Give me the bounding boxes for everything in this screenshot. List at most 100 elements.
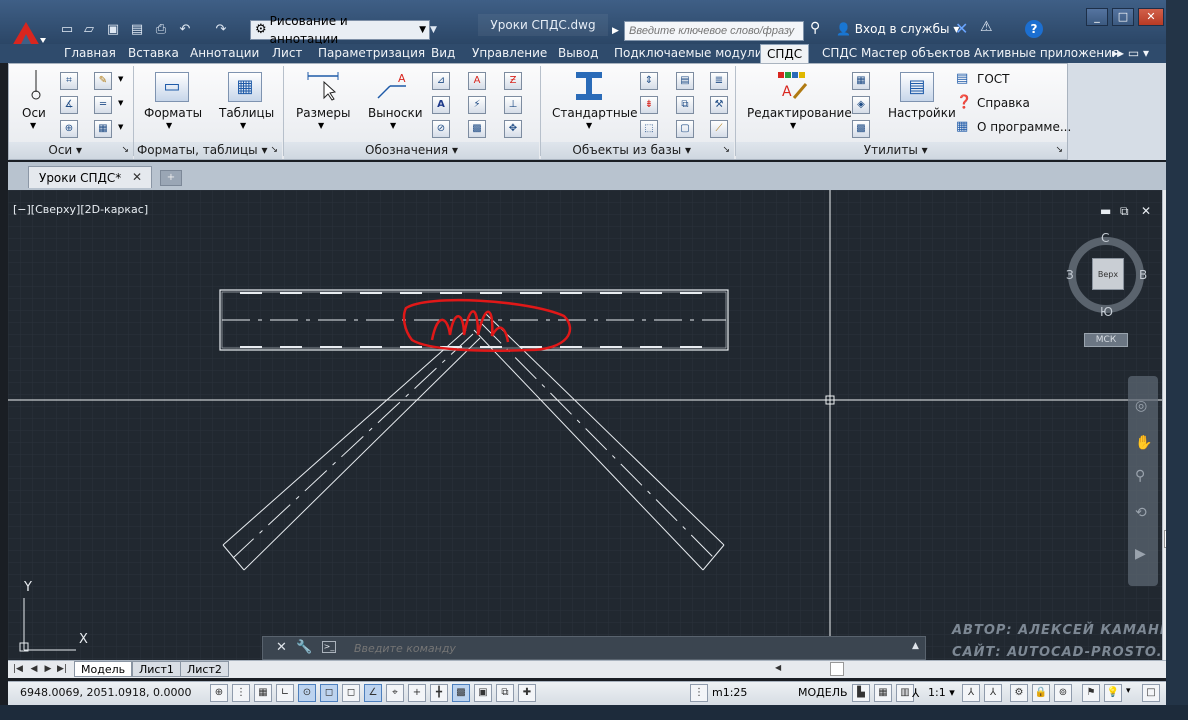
- command-history-icon[interactable]: ▲: [912, 641, 919, 651]
- login-button[interactable]: 👤 Вход в службы ▾: [836, 22, 959, 36]
- otrack-icon[interactable]: ∠: [364, 684, 382, 702]
- hardware-acceleration-icon[interactable]: ⊚: [1054, 684, 1072, 702]
- polar-icon[interactable]: ⊙: [298, 684, 316, 702]
- osnap-icon[interactable]: ◻: [320, 684, 338, 702]
- first-tab-icon[interactable]: |◀: [12, 662, 24, 676]
- layout-tab-sheet1[interactable]: Лист1: [132, 661, 181, 677]
- workspace-switch-icon[interactable]: ⚙: [1010, 684, 1028, 702]
- cut-line-icon[interactable]: Ƶ: [504, 72, 522, 90]
- axes-icon[interactable]: [26, 70, 46, 100]
- compass-east[interactable]: В: [1139, 268, 1147, 282]
- transparency-icon[interactable]: ▩: [452, 684, 470, 702]
- bolt-icon[interactable]: ⇕: [640, 72, 658, 90]
- scale-readout[interactable]: m1:25: [712, 686, 747, 699]
- close-button[interactable]: ✕: [1138, 8, 1164, 26]
- ortho-icon[interactable]: ∟: [276, 684, 294, 702]
- panel-label-axes[interactable]: Оси ▾ ↘: [9, 142, 133, 159]
- leaders-icon[interactable]: A: [376, 70, 410, 102]
- chevron-down-icon[interactable]: ▼: [118, 75, 123, 83]
- ibeam-icon[interactable]: [574, 70, 604, 102]
- close-icon[interactable]: ✕: [276, 640, 287, 655]
- more-tabs-icon[interactable]: ▸▸ ▭ ▾: [1106, 44, 1155, 63]
- quick-properties-icon[interactable]: ▣: [474, 684, 492, 702]
- blocks-icon[interactable]: ▩: [852, 120, 870, 138]
- layout-tab-model[interactable]: Модель: [74, 661, 133, 677]
- pencil-icon[interactable]: ✎: [94, 72, 112, 90]
- status-menu-icon[interactable]: ▾: [1126, 686, 1131, 696]
- spec-icon[interactable]: ≣: [710, 72, 728, 90]
- autodesk-icon[interactable]: ⚠: [980, 19, 993, 35]
- infer-constraints-icon[interactable]: ⊕: [210, 684, 228, 702]
- steering-wheel-icon[interactable]: ◎: [1135, 398, 1147, 414]
- copy-object-icon[interactable]: ⧉: [676, 96, 694, 114]
- panel-label-library[interactable]: Объекты из базы ▾ ↘: [541, 142, 734, 159]
- help-link[interactable]: Справка: [977, 96, 1030, 110]
- standard-button[interactable]: Стандартные: [552, 106, 638, 120]
- chevron-down-icon[interactable]: ▼: [118, 99, 123, 107]
- lineweight-icon[interactable]: ╋: [430, 684, 448, 702]
- about-link[interactable]: О программе...: [977, 120, 1071, 134]
- formats-button[interactable]: Форматы: [144, 106, 202, 120]
- redo-icon[interactable]: ↷: [212, 20, 230, 38]
- tab-annotate[interactable]: Аннотации: [184, 44, 265, 63]
- horizontal-scroll-thumb[interactable]: [830, 662, 844, 676]
- panel-label-formats-tables[interactable]: Форматы, таблицы ▾ ↘: [134, 142, 282, 159]
- layout-icon[interactable]: ▙: [852, 684, 870, 702]
- axis-mark-icon[interactable]: ⌗: [60, 72, 78, 90]
- chevron-down-icon[interactable]: ▼: [118, 123, 123, 131]
- tab-home[interactable]: Главная: [58, 44, 122, 63]
- save-icon[interactable]: ▣: [104, 20, 122, 38]
- editing-button[interactable]: Редактирование: [747, 106, 852, 120]
- editing-icon[interactable]: A: [776, 70, 810, 102]
- annotation-monitor-icon[interactable]: ✚: [518, 684, 536, 702]
- tab-parametric[interactable]: Параметризация: [312, 44, 431, 63]
- clean-screen-icon[interactable]: □: [1142, 684, 1160, 702]
- level-mark-icon[interactable]: ⊿: [432, 72, 450, 90]
- minimize-button[interactable]: _: [1086, 8, 1108, 26]
- annotation-scale[interactable]: 1:1 ▾: [928, 686, 955, 699]
- panel-label-utilities[interactable]: Утилиты ▾ ↘: [736, 142, 1067, 159]
- command-prompt-icon[interactable]: >_: [322, 641, 336, 653]
- zoom-icon[interactable]: ⚲: [1135, 468, 1145, 484]
- viewcube-top-face[interactable]: Верх: [1092, 258, 1124, 290]
- tab-manage[interactable]: Управление: [466, 44, 553, 63]
- help-button[interactable]: ?: [1025, 20, 1043, 38]
- annotation-visibility-icon[interactable]: ⅄: [962, 684, 980, 702]
- exchange-icon[interactable]: ✕: [955, 19, 968, 38]
- tab-plugins[interactable]: Подключаемые модули: [608, 44, 769, 63]
- orbit-icon[interactable]: ⟲: [1135, 505, 1147, 521]
- lightbulb-icon[interactable]: 💡: [1104, 684, 1122, 702]
- slope-icon[interactable]: ⊥: [504, 96, 522, 114]
- properties-icon[interactable]: ▦: [94, 120, 112, 138]
- scroll-left-icon[interactable]: ◀: [775, 663, 785, 675]
- axis-angle-icon[interactable]: ∡: [60, 96, 78, 114]
- dyn-icon[interactable]: +: [408, 684, 426, 702]
- wizard-icon[interactable]: ⚒: [710, 96, 728, 114]
- quick-view-layouts-icon[interactable]: ▦: [874, 684, 892, 702]
- new-file-icon[interactable]: ▭: [58, 20, 76, 38]
- viewport-minimize-icon[interactable]: ▬: [1100, 204, 1111, 218]
- compass-west[interactable]: З: [1066, 268, 1074, 282]
- 3d-osnap-icon[interactable]: ◻: [342, 684, 360, 702]
- dimensions-icon[interactable]: [306, 70, 340, 102]
- last-tab-icon[interactable]: ▶|: [56, 662, 68, 676]
- axes-button[interactable]: Оси: [22, 106, 46, 120]
- layers-icon[interactable]: ◈: [852, 96, 870, 114]
- save-as-icon[interactable]: ▤: [128, 20, 146, 38]
- ruler-icon[interactable]: ⟋: [710, 120, 728, 138]
- viewport-close-icon[interactable]: ✕: [1141, 204, 1151, 218]
- tab-view[interactable]: Вид: [425, 44, 461, 63]
- workspace-select[interactable]: ⚙ Рисование и аннотации ▼: [250, 14, 430, 46]
- tab-active-apps[interactable]: Активные приложения: [968, 44, 1125, 63]
- next-tab-icon[interactable]: ▶: [42, 662, 54, 676]
- section-mark-icon[interactable]: ⊘: [432, 120, 450, 138]
- showmotion-icon[interactable]: ▶: [1135, 546, 1146, 562]
- tab-spds[interactable]: СПДС: [760, 44, 810, 63]
- ducs-icon[interactable]: ⌖: [386, 684, 404, 702]
- selection-cycling-icon[interactable]: ⧉: [496, 684, 514, 702]
- tab-spds-wizard[interactable]: СПДС Мастер объектов: [816, 44, 976, 63]
- break-line-icon[interactable]: ⚡: [468, 96, 486, 114]
- drawing-canvas[interactable]: [8, 190, 1162, 660]
- isolate-objects-icon[interactable]: ⚑: [1082, 684, 1100, 702]
- note-mark-icon[interactable]: A: [468, 72, 486, 90]
